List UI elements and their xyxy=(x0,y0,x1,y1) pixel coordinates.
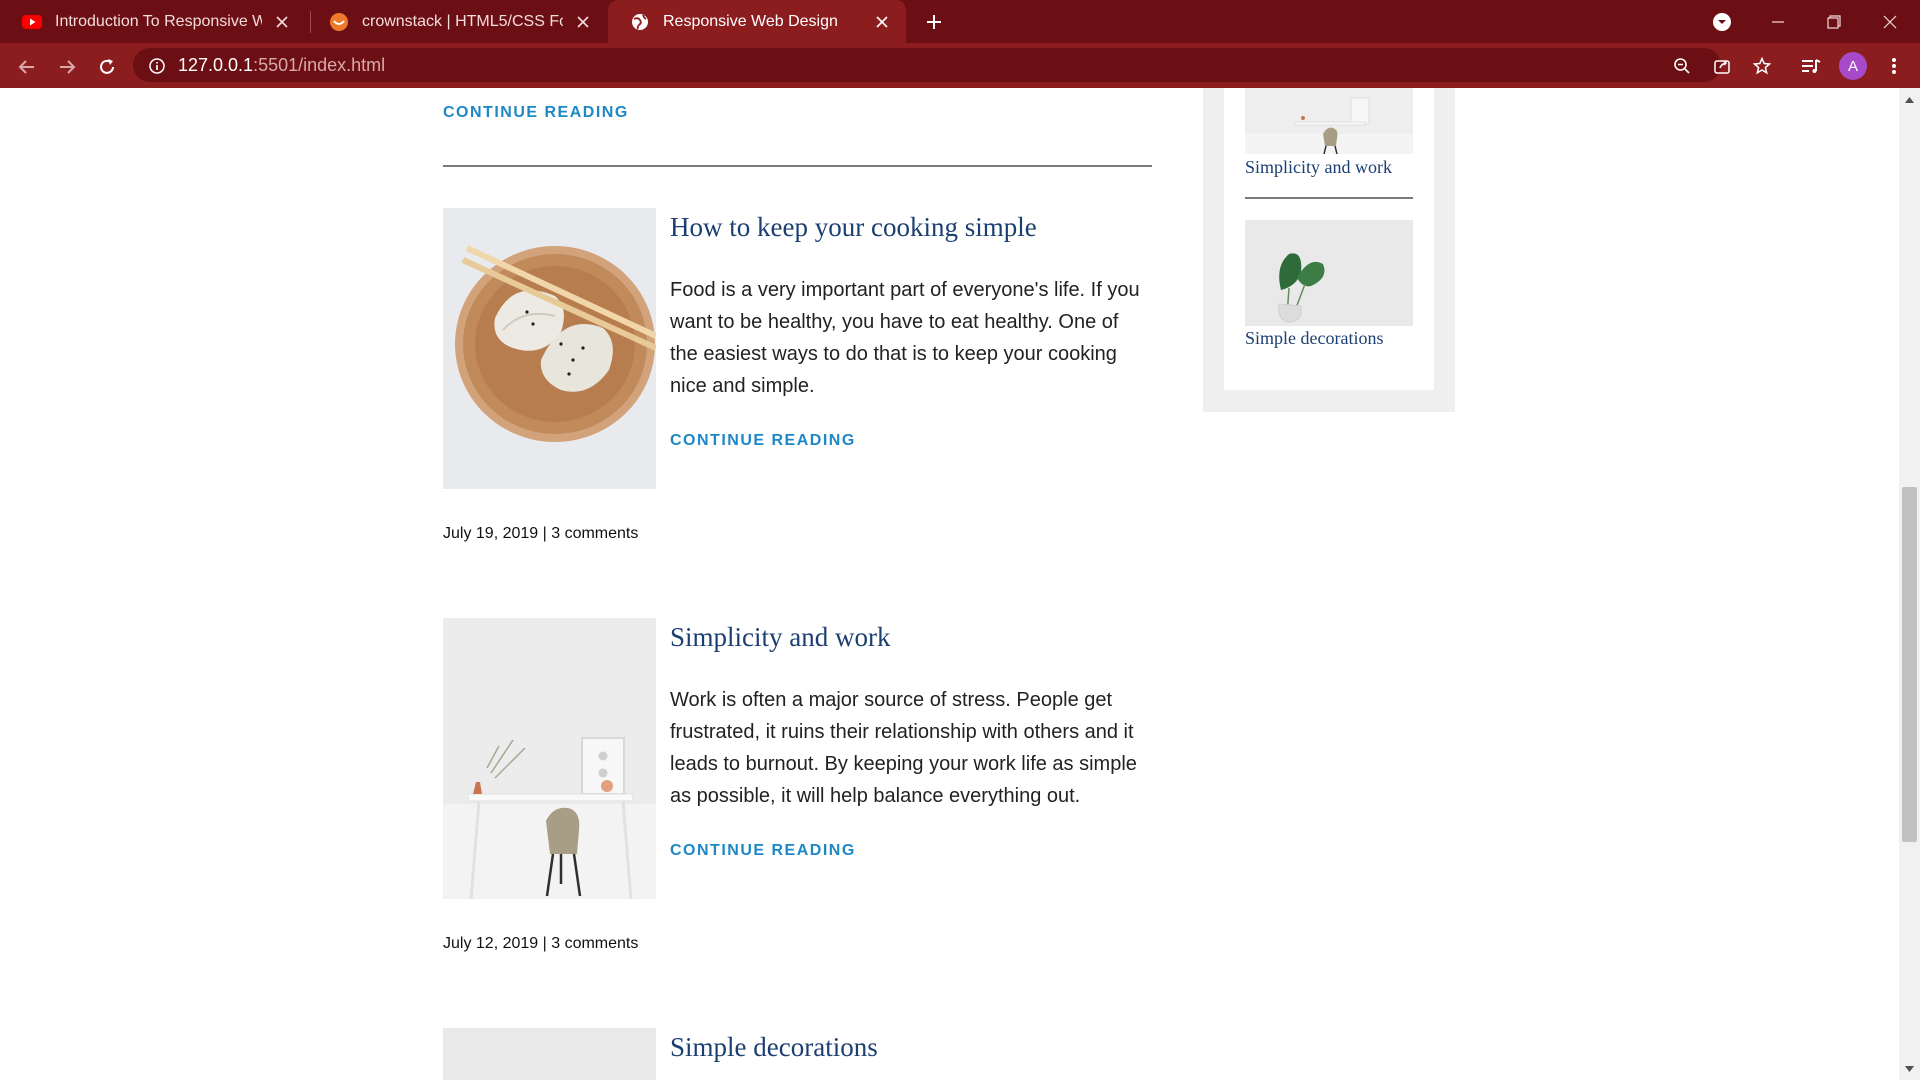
post-excerpt: Food is a very important part of everyon… xyxy=(670,279,1140,397)
scrollbar-thumb[interactable] xyxy=(1902,487,1917,842)
new-tab-button[interactable] xyxy=(918,6,950,38)
site-info-icon[interactable] xyxy=(141,50,173,82)
tab-title: Introduction To Responsive Web xyxy=(55,12,262,30)
post-title[interactable]: Simplicity and work xyxy=(670,622,890,653)
tab-search-button[interactable] xyxy=(1694,0,1750,43)
post-image-desk-chair[interactable] xyxy=(443,618,656,899)
post-comments[interactable]: 3 comments xyxy=(551,935,638,952)
close-tab-icon[interactable] xyxy=(270,10,294,34)
post-image-dumplings[interactable] xyxy=(443,208,656,489)
post-excerpt: Work is often a major source of stress. … xyxy=(670,689,1137,807)
youtube-icon xyxy=(22,12,42,32)
url-text[interactable]: 127.0.0.1:5501/index.html xyxy=(178,55,385,76)
minimize-button[interactable] xyxy=(1750,0,1806,43)
post-meta: July 19, 2019 | 3 comments xyxy=(443,525,639,542)
share-icon[interactable] xyxy=(1706,50,1738,82)
scroll-up-arrow-icon[interactable] xyxy=(1902,92,1917,107)
tab-title: crownstack | HTML5/CSS For beg xyxy=(362,12,563,30)
restore-button[interactable] xyxy=(1806,0,1862,43)
globe-icon xyxy=(630,12,650,32)
page-viewport: CONTINUE READING How to keep your cookin… xyxy=(0,88,1899,1080)
reading-list-icon[interactable] xyxy=(1795,50,1827,82)
menu-kebab-icon[interactable] xyxy=(1878,50,1910,82)
profile-avatar[interactable]: A xyxy=(1839,52,1867,80)
post-date: July 19, 2019 xyxy=(443,525,539,542)
post-date: July 12, 2019 xyxy=(443,935,539,952)
post-meta: July 12, 2019 | 3 comments xyxy=(443,935,639,952)
tab-title: Responsive Web Design xyxy=(663,12,838,30)
sidebar-thumb-plant[interactable] xyxy=(1245,220,1413,326)
post-divider xyxy=(443,165,1152,167)
post-image-decorations[interactable] xyxy=(443,1028,656,1080)
post-title[interactable]: How to keep your cooking simple xyxy=(670,212,1037,243)
close-tab-icon[interactable] xyxy=(571,10,595,34)
back-button[interactable] xyxy=(10,50,44,84)
url-host: 127.0.0.1 xyxy=(178,55,254,75)
post-title[interactable]: Simple decorations xyxy=(670,1032,878,1063)
tab-responsive-web-design[interactable]: Responsive Web Design xyxy=(608,0,906,43)
close-window-button[interactable] xyxy=(1862,0,1918,43)
scroll-down-arrow-icon[interactable] xyxy=(1902,1061,1917,1076)
bookmark-star-icon[interactable] xyxy=(1746,50,1778,82)
continue-reading-link[interactable]: CONTINUE READING xyxy=(670,432,856,450)
tab-crownstack[interactable]: crownstack | HTML5/CSS For beg xyxy=(307,0,607,43)
tab-introduction[interactable]: Introduction To Responsive Web xyxy=(0,0,306,43)
post-comments[interactable]: 3 comments xyxy=(551,525,638,542)
forward-button[interactable] xyxy=(50,50,84,84)
zoom-icon[interactable] xyxy=(1666,50,1698,82)
continue-reading-link[interactable]: CONTINUE READING xyxy=(670,842,856,860)
sidebar-item-title[interactable]: Simplicity and work xyxy=(1245,157,1392,178)
crownstack-icon xyxy=(329,12,349,32)
tab-strip: Introduction To Responsive Web crownstac… xyxy=(0,0,1920,43)
sidebar-thumb-desk[interactable] xyxy=(1245,88,1413,154)
close-tab-icon[interactable] xyxy=(870,10,894,34)
reload-button[interactable] xyxy=(90,50,124,84)
continue-reading-link[interactable]: CONTINUE READING xyxy=(443,104,629,122)
sidebar-divider xyxy=(1245,197,1413,199)
sidebar-item-title[interactable]: Simple decorations xyxy=(1245,328,1383,349)
url-path: :5501/index.html xyxy=(253,55,386,75)
